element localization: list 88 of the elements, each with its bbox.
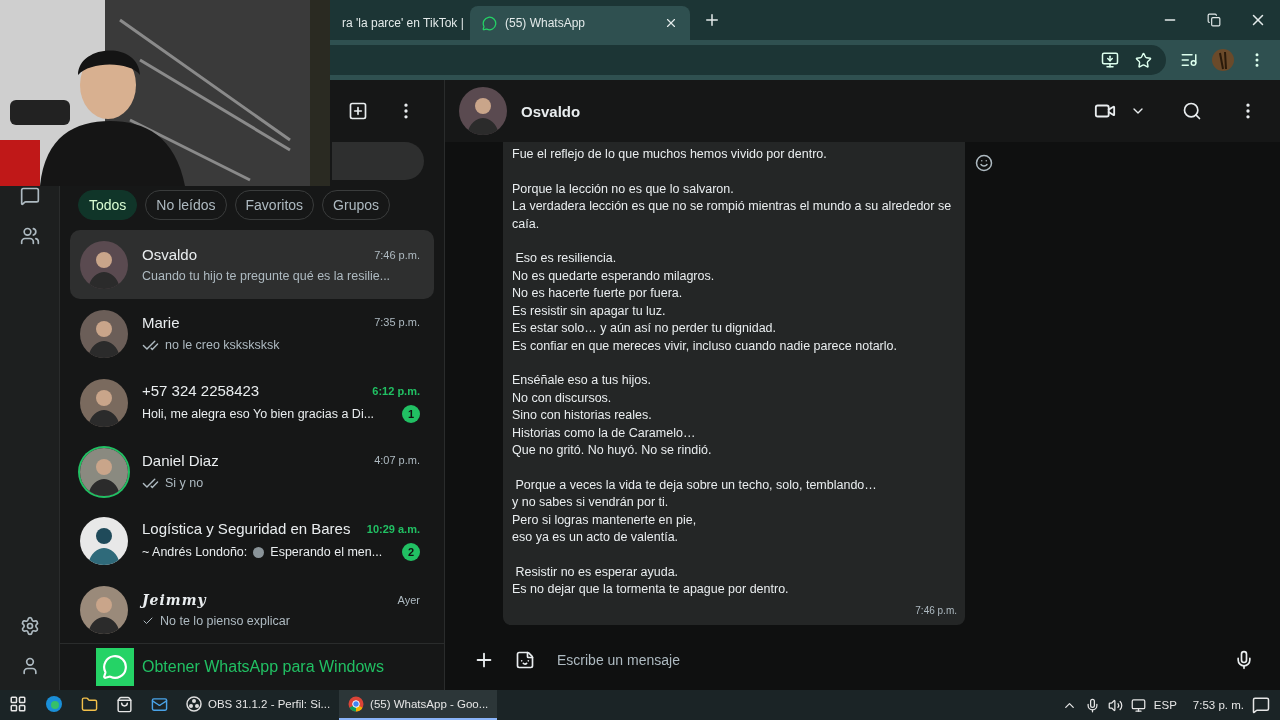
browser-tab[interactable]: ra 'la parce' en TikTok | bbox=[330, 6, 470, 40]
message-text: No es hacerte fuerte por fuera. bbox=[512, 285, 684, 302]
mic-icon[interactable] bbox=[1084, 697, 1100, 713]
chat-time: 7:46 p.m. bbox=[374, 248, 420, 261]
message-text: Es confiar en que mereces vivir, incluso cuando nadie parece notarlo. bbox=[512, 337, 898, 355]
restore-icon[interactable] bbox=[1207, 13, 1221, 27]
search-field[interactable] bbox=[332, 142, 424, 180]
message-time: 7:46 p.m. bbox=[915, 603, 957, 618]
new-tab-icon[interactable] bbox=[703, 11, 721, 29]
chat-item[interactable]: Osvaldo 7:46 p.m. Cuando tu hijo te pregunte qué es la resilie... bbox=[70, 230, 434, 299]
message-text: Eso es resiliencia. bbox=[514, 250, 618, 267]
install-icon[interactable] bbox=[1101, 51, 1119, 69]
message-text: Fue el reflejo de lo que muchos hemos vivido por dentro. bbox=[512, 146, 828, 163]
message-preview: no le creo ksksksksk bbox=[165, 338, 281, 352]
language-indicator[interactable]: ESP bbox=[1145, 699, 1185, 711]
message-text: Pero si logras mantenerte en pie, bbox=[512, 511, 698, 529]
emoji-icon[interactable] bbox=[975, 154, 993, 172]
chat-item[interactable]: +57 324 2258423 6:12 p.m. Holi, me alegra eso Yo bien gracias a Di... 1 bbox=[70, 368, 434, 437]
filter-chip[interactable]: Todos bbox=[78, 190, 138, 220]
chat-name: Logística y Seguridad en Bares bbox=[142, 520, 352, 537]
taskbar-app[interactable]: OBS 31.1.2 - Perfil: Si... bbox=[177, 690, 340, 720]
chat-item[interactable]: Daniel Diaz 4:07 p.m. Si y no bbox=[70, 437, 434, 506]
download-link[interactable]: Obtener WhatsApp para Windows bbox=[142, 658, 384, 676]
message-text: Es no dejar que la tormenta te apague por dentro. bbox=[512, 581, 790, 598]
chat-item[interactable]: Logística y Seguridad en Bares 10:29 a.m. ~ Andrés Londoño: Esperando el men... 2 bbox=[70, 506, 434, 575]
unread-count: 2 bbox=[402, 543, 420, 561]
clock[interactable]: 7:53 p. m. bbox=[1184, 699, 1252, 711]
obs-icon bbox=[186, 696, 202, 712]
message-preview: Holi, me alegra eso Yo bien gracias a Di... bbox=[142, 407, 376, 421]
app-label: (55) WhatsApp - Goo... bbox=[370, 698, 489, 710]
chat-time: Ayer bbox=[397, 593, 420, 606]
browser-tab[interactable]: (55) WhatsApp bbox=[470, 6, 690, 40]
taskbar-app[interactable]: (55) WhatsApp - Goo... bbox=[339, 690, 498, 720]
message-text: Es estar solo… y aún así no perder tu dignidad. bbox=[512, 320, 778, 337]
message-text: Resistir no es esperar ayuda. bbox=[514, 563, 680, 581]
whatsapp-logo bbox=[96, 648, 134, 686]
chat-name: Marie bbox=[142, 313, 181, 331]
network-icon[interactable] bbox=[1130, 697, 1146, 713]
close-icon[interactable] bbox=[664, 16, 678, 30]
browser-icon[interactable] bbox=[45, 695, 63, 713]
message-text: Historias como la de Caramelo… bbox=[512, 424, 697, 442]
message-text: Enséñale eso a tus hijos. bbox=[512, 372, 652, 389]
chat-time: 10:29 a.m. bbox=[366, 522, 420, 535]
message-text: Que no gritó. No huyó. No se rindió. bbox=[512, 442, 713, 459]
unread-count: 1 bbox=[402, 405, 420, 423]
sticker-icon[interactable] bbox=[515, 650, 535, 670]
media-icon[interactable] bbox=[1180, 51, 1198, 69]
message-text: La verdadera lección es que no se rompió mientras el mundo a su alrededor se caía. bbox=[512, 198, 953, 233]
mail-icon[interactable] bbox=[151, 695, 168, 713]
message-preview: No te lo pienso explicar bbox=[160, 613, 291, 628]
chat-item[interactable]: Jeimmy Ayer No te lo pienso explicar bbox=[70, 575, 434, 643]
chat-time: 6:12 p.m. bbox=[372, 384, 420, 397]
message-text: Es resistir sin apagar tu luz. bbox=[512, 302, 667, 320]
message-preview: Esperando el men... bbox=[270, 545, 384, 559]
chat-item[interactable]: Marie 7:35 p.m. no le creo ksksksksk bbox=[70, 299, 434, 368]
chat-name: Jeimmy bbox=[142, 591, 208, 608]
store-icon[interactable] bbox=[116, 695, 133, 713]
chat-time: 7:35 p.m. bbox=[374, 316, 420, 328]
communities-icon[interactable] bbox=[19, 226, 40, 246]
chrome-icon bbox=[348, 696, 365, 712]
new-chat-icon[interactable] bbox=[348, 101, 368, 121]
message-text: eso ya es un acto de valentía. bbox=[512, 529, 680, 546]
message-preview: Si y no bbox=[165, 476, 205, 490]
star-icon[interactable] bbox=[1135, 51, 1152, 69]
message-text: No es quedarte esperando milagros. bbox=[512, 267, 716, 285]
message-sender: ~ Andrés Londoño: bbox=[142, 545, 248, 559]
message-text: No con discursos. bbox=[512, 389, 613, 407]
message-text: Porque a veces la vida te deja sobre un techo, solo, temblando… bbox=[514, 476, 878, 494]
message-text: Porque la lección no es que lo salvaron. bbox=[512, 180, 735, 198]
notifications-icon[interactable] bbox=[1252, 696, 1270, 714]
chat-time: 4:07 p.m. bbox=[374, 454, 420, 466]
settings-icon[interactable] bbox=[19, 616, 40, 636]
chats-icon[interactable] bbox=[19, 186, 40, 206]
start-icon[interactable] bbox=[9, 695, 27, 713]
volume-icon[interactable] bbox=[1107, 697, 1123, 713]
app-label: OBS 31.1.2 - Perfil: Si... bbox=[208, 698, 331, 710]
message-input[interactable]: Escribe un mensaje bbox=[555, 651, 1214, 669]
message-text: Sino con historias reales. bbox=[512, 407, 653, 424]
search-icon[interactable] bbox=[1182, 101, 1202, 121]
message-text: y no sabes si vendrán por ti. bbox=[512, 494, 670, 511]
mic-icon[interactable] bbox=[1234, 650, 1254, 670]
message-preview: Cuando tu hijo te pregunte qué es la resilie... bbox=[142, 269, 392, 283]
chat-name: +57 324 2258423 bbox=[142, 382, 261, 399]
contact-name: Osvaldo bbox=[521, 102, 582, 120]
chat-name: Osvaldo bbox=[142, 246, 199, 263]
whatsapp-icon bbox=[482, 15, 497, 31]
chat-name: Daniel Diaz bbox=[142, 451, 220, 469]
folder-icon[interactable] bbox=[81, 695, 98, 713]
